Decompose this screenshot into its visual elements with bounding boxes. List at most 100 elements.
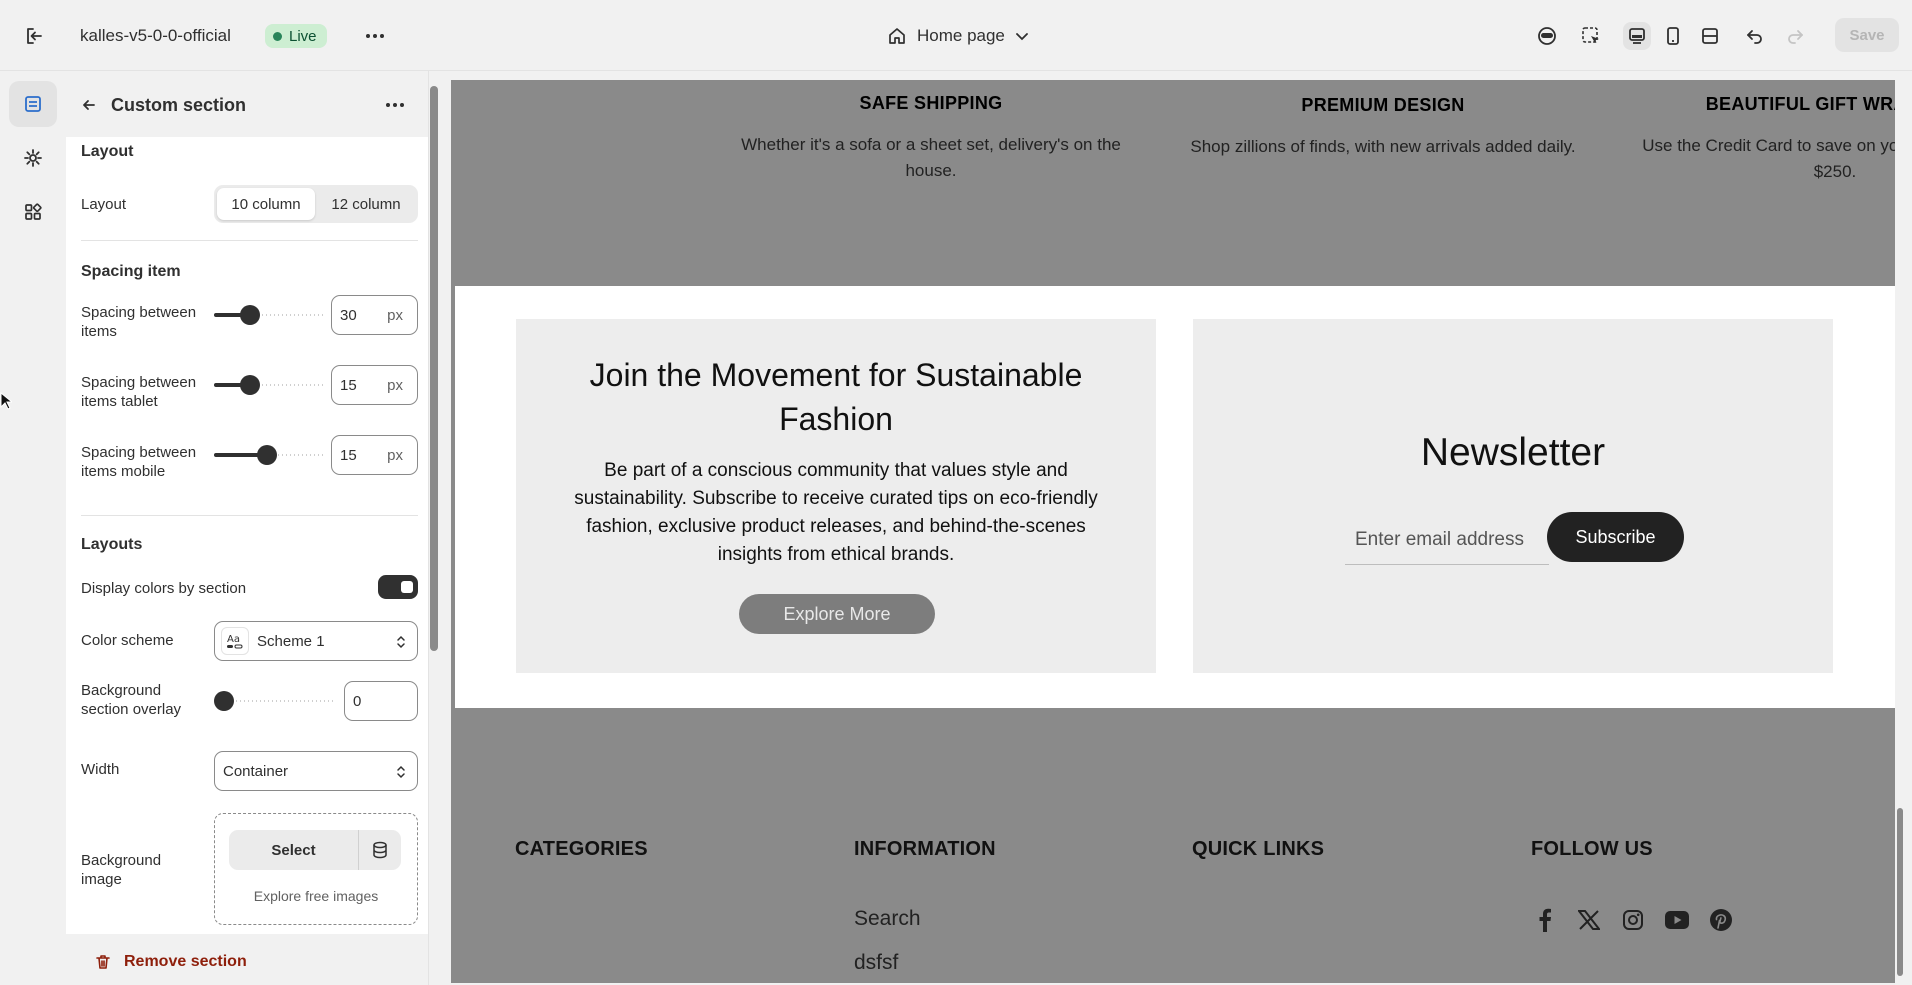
undo-icon[interactable] (1741, 22, 1769, 50)
live-badge: Live (265, 24, 327, 48)
feature-title: SAFE SHIPPING (859, 93, 1003, 113)
remove-section-label: Remove section (124, 953, 247, 970)
feature-desc: Whether it's a sofa or a sheet set, deli… (741, 135, 1121, 180)
overlay-label: Background section overlay (81, 682, 182, 718)
color-scheme-label: Color scheme (81, 632, 174, 649)
spacing-tablet-input[interactable]: 15 px (331, 365, 418, 405)
instagram-icon[interactable] (1619, 906, 1647, 934)
feature-gift-wrapping: BEAUTIFUL GIFT WRAPPING Use the Credit C… (1625, 94, 1895, 185)
bg-select-button[interactable]: Select (229, 830, 359, 870)
spacing-tablet-slider[interactable] (214, 375, 324, 395)
fullscreen-view-icon[interactable] (1696, 22, 1724, 50)
explore-more-button[interactable]: Explore More (739, 594, 935, 634)
canvas-scrollbar[interactable] (1897, 808, 1903, 976)
feature-title: PREMIUM DESIGN (1301, 95, 1465, 115)
pinterest-icon[interactable] (1707, 906, 1735, 934)
ai-assistant-icon[interactable] (1533, 22, 1561, 50)
footer-col-title: FOLLOW US (1531, 838, 1653, 860)
custom-section-band[interactable]: Join the Movement for Sustainable Fashio… (455, 286, 1895, 708)
panel-title: Custom section (111, 95, 247, 115)
facebook-icon[interactable] (1531, 906, 1559, 934)
mouse-cursor-icon (0, 392, 12, 410)
color-scheme-select[interactable]: Aa Scheme 1 (214, 621, 418, 661)
layout-heading: Layout (81, 143, 134, 160)
display-colors-toggle[interactable] (378, 575, 418, 599)
movement-text: Be part of a conscious community that va… (574, 460, 1098, 565)
spacing-mobile-slider[interactable] (214, 445, 324, 465)
spacing-mobile-value: 15 (340, 446, 357, 464)
color-scheme-value: Scheme 1 (257, 632, 325, 650)
footer-link-search[interactable]: Search (854, 907, 921, 931)
more-options-icon[interactable] (362, 24, 388, 48)
spacing-items-input[interactable]: 30 px (331, 295, 418, 335)
slider-knob[interactable] (240, 375, 260, 395)
select-arrows-icon (395, 764, 407, 780)
footer-col-categories: CATEGORIES (515, 838, 648, 861)
footer-col-information: INFORMATION (854, 838, 996, 861)
feature-safe-shipping: SAFE SHIPPING Whether it's a sofa or a s… (721, 93, 1141, 184)
bg-image-picker: Select Explore free images (214, 813, 418, 925)
preview-canvas: SAFE SHIPPING Whether it's a sofa or a s… (451, 80, 1895, 983)
movement-heading: Join the Movement for Sustainable Fashio… (589, 357, 1083, 437)
slider-knob[interactable] (240, 305, 260, 325)
layouts-heading: Layouts (81, 536, 143, 553)
spacing-items-slider[interactable] (214, 305, 324, 325)
spacing-tablet-value: 15 (340, 376, 357, 394)
bg-image-buttons: Select (229, 830, 401, 870)
explore-free-images-link[interactable]: Explore free images (215, 888, 417, 904)
feature-premium-design: PREMIUM DESIGN Shop zillions of finds, w… (1173, 95, 1593, 160)
x-icon[interactable] (1575, 906, 1603, 934)
movement-card: Join the Movement for Sustainable Fashio… (516, 319, 1156, 673)
spacing-items-value: 30 (340, 306, 357, 324)
spacing-mobile-input[interactable]: 15 px (331, 435, 418, 475)
width-label: Width (81, 761, 120, 778)
spacing-items-label: Spacing between items (81, 304, 197, 340)
settings-panel: Custom section Layout Layout 10 column 1… (66, 71, 429, 985)
top-bar: kalles-v5-0-0-official Live Home page Sa… (0, 0, 1912, 71)
apps-icon[interactable] (9, 189, 57, 235)
panel-header: Custom section (66, 71, 429, 137)
width-select[interactable]: Container (214, 751, 418, 791)
theme-settings-icon[interactable] (9, 135, 57, 181)
overlay-slider[interactable] (214, 691, 334, 711)
panel-more-icon[interactable] (382, 93, 408, 117)
page-selector-label: Home page (917, 26, 1005, 45)
slider-knob[interactable] (257, 445, 277, 465)
subscribe-button[interactable]: Subscribe (1547, 512, 1684, 562)
store-name: kalles-v5-0-0-official (80, 26, 231, 45)
layout-option-12[interactable]: 12 column (317, 188, 415, 220)
exit-icon[interactable] (20, 24, 50, 48)
footer-col-title: INFORMATION (854, 838, 996, 860)
sections-icon[interactable] (9, 81, 57, 127)
overlay-input[interactable]: 0 (344, 681, 418, 721)
display-colors-label: Display colors by section (81, 580, 247, 597)
remove-section-button[interactable]: Remove section (94, 953, 247, 971)
newsletter-card: Newsletter Enter email address Subscribe (1193, 319, 1833, 673)
panel-scrollbar[interactable] (430, 86, 438, 651)
social-icons (1531, 906, 1735, 934)
chevron-down-icon (1015, 31, 1029, 41)
layout-segmented-control: 10 column 12 column (214, 185, 418, 223)
back-arrow-icon[interactable] (77, 93, 101, 117)
redo-icon[interactable] (1781, 22, 1809, 50)
youtube-icon[interactable] (1663, 906, 1691, 934)
color-scheme-swatch-icon: Aa (221, 627, 249, 655)
overlay-value: 0 (353, 692, 362, 710)
database-icon[interactable] (359, 830, 401, 870)
divider (81, 240, 418, 241)
slider-knob[interactable] (214, 691, 234, 711)
email-field[interactable]: Enter email address (1345, 515, 1549, 565)
mobile-view-icon[interactable] (1659, 22, 1687, 50)
desktop-view-icon[interactable] (1623, 22, 1651, 50)
footer-col-quick-links: QUICK LINKS (1192, 838, 1324, 861)
footer-link-dsfsf[interactable]: dsfsf (854, 951, 898, 975)
layout-option-10[interactable]: 10 column (217, 188, 315, 220)
trash-icon (94, 953, 112, 971)
inspector-icon[interactable] (1577, 22, 1605, 50)
spacing-tablet-label: Spacing between items tablet (81, 374, 197, 410)
newsletter-heading: Newsletter (1420, 431, 1606, 474)
save-button[interactable]: Save (1835, 18, 1899, 52)
page-selector[interactable]: Home page (887, 24, 1029, 48)
feature-desc: Shop zillions of finds, with new arrival… (1190, 137, 1576, 156)
layout-label: Layout (81, 196, 127, 213)
